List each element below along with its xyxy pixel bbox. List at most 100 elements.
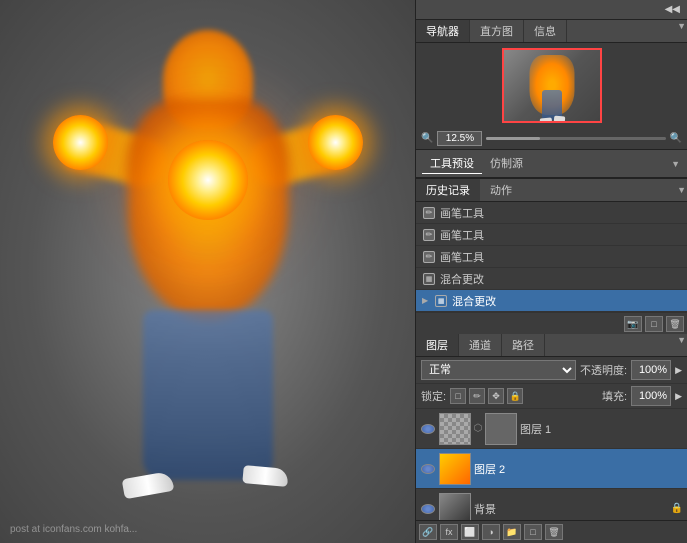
history-new-state-btn[interactable]: □ xyxy=(645,316,663,332)
layer-name-1: 图层 1 xyxy=(520,421,683,437)
history-item-1[interactable]: ✏ 画笔工具 xyxy=(416,202,687,224)
canvas-area: post at iconfans.com kohfa... xyxy=(0,0,415,543)
zoom-in-icon[interactable]: 🔍 xyxy=(670,133,682,144)
layers-tab-2[interactable]: 通道 xyxy=(459,334,502,356)
lock-paint-btn[interactable]: ✏ xyxy=(469,388,485,404)
navigator-thumbnail[interactable] xyxy=(502,48,602,123)
tool-presets-tab-2[interactable]: 仿制源 xyxy=(482,153,531,174)
layers-blend-row: 正常 不透明度: ▶ xyxy=(416,357,687,384)
layer-item-bg[interactable]: 背景 🔒 xyxy=(416,489,687,520)
tool-presets-tabs: 工具预设 仿制源 xyxy=(422,153,531,174)
history-section: 历史记录 动作 ▼ ✏ 画笔工具 ✏ xyxy=(416,179,687,334)
layer-name-bg: 背景 xyxy=(474,501,668,517)
opacity-label: 不透明度: xyxy=(580,362,627,378)
layer-delete-btn[interactable]: 🗑 xyxy=(545,524,563,540)
zoom-value-input[interactable] xyxy=(437,131,482,146)
opacity-input[interactable] xyxy=(631,360,671,380)
history-item-label-5: 混合更改 xyxy=(452,293,496,309)
eye-icon-2 xyxy=(421,464,435,474)
opacity-arrow-icon[interactable]: ▶ xyxy=(675,365,682,376)
eye-icon-1 xyxy=(421,424,435,434)
history-item-label-1: 画笔工具 xyxy=(440,205,484,221)
history-item-2[interactable]: ✏ 画笔工具 xyxy=(416,224,687,246)
layer-visibility-1[interactable] xyxy=(420,421,436,437)
figure-sun-orb xyxy=(168,140,248,220)
blend-mode-select[interactable]: 正常 xyxy=(421,360,576,380)
navigator-section: 导航器 直方图 信息 ▼ 🔍 🔍 xyxy=(416,20,687,150)
canvas-image[interactable]: post at iconfans.com kohfa... xyxy=(0,0,415,543)
navigator-zoom-bar: 🔍 🔍 xyxy=(416,128,687,149)
navigator-preview xyxy=(416,43,687,128)
lock-transparent-btn[interactable]: □ xyxy=(450,388,466,404)
watermark: post at iconfans.com kohfa... xyxy=(10,524,137,535)
history-tab-1[interactable]: 历史记录 xyxy=(416,179,480,201)
layer-thumb-2 xyxy=(439,453,471,485)
layer-item-2[interactable]: 图层 2 xyxy=(416,449,687,489)
layer-link-btn[interactable]: 🔗 xyxy=(419,524,437,540)
figure xyxy=(68,20,348,510)
zoom-slider-track xyxy=(486,137,540,140)
tool-presets-tab-1[interactable]: 工具预设 xyxy=(422,153,482,174)
history-list: ✏ 画笔工具 ✏ 画笔工具 ✏ xyxy=(416,202,687,312)
history-delete-btn[interactable]: 🗑 xyxy=(666,316,684,332)
right-panel: ◀◀ 导航器 直方图 信息 ▼ 🔍 🔍 xyxy=(415,0,687,543)
figure-jeans xyxy=(143,310,273,480)
layer-visibility-2[interactable] xyxy=(420,461,436,477)
layer-list: ⬡ 图层 1 图层 2 背景 🔒 xyxy=(416,409,687,520)
navigator-tabs: 导航器 直方图 信息 ▼ xyxy=(416,20,687,43)
tool-presets-menu-btn[interactable]: ▼ xyxy=(670,158,681,170)
fill-arrow-icon[interactable]: ▶ xyxy=(675,391,682,402)
fill-label: 填充: xyxy=(602,388,627,404)
layer-item-1[interactable]: ⬡ 图层 1 xyxy=(416,409,687,449)
figure-glow xyxy=(68,20,348,510)
history-icon-5: ▦ xyxy=(434,294,448,308)
history-new-snapshot-btn[interactable]: 📷 xyxy=(624,316,642,332)
layer-mask-1 xyxy=(485,413,517,445)
lock-row: 锁定: □ ✏ ✥ 🔒 填充: ▶ xyxy=(416,384,687,409)
layer-fx-btn[interactable]: fx xyxy=(440,524,458,540)
top-bar: ◀◀ xyxy=(416,0,687,20)
figure-shoe-right xyxy=(242,465,288,487)
zoom-slider[interactable] xyxy=(486,137,665,140)
layer-thumb-bg xyxy=(439,493,471,521)
tool-presets-section: 工具预设 仿制源 ▼ xyxy=(416,150,687,179)
history-item-label-2: 画笔工具 xyxy=(440,227,484,243)
history-item-label-4: 混合更改 xyxy=(440,271,484,287)
history-item-5[interactable]: ▶ ▦ 混合更改 xyxy=(416,290,687,312)
layers-section: 图层 通道 路径 ▼ 正常 不透明度: ▶ 锁定: □ ✏ ✥ 🔒 填充: xyxy=(416,334,687,543)
history-menu-btn[interactable]: ▼ xyxy=(676,184,687,196)
figure-hand-orb-left xyxy=(53,115,108,170)
fill-input[interactable] xyxy=(631,386,671,406)
layer-lock-icon: 🔒 xyxy=(671,503,683,514)
layer-adjustment-btn[interactable]: ◑ xyxy=(482,524,500,540)
history-icon-2: ✏ xyxy=(422,228,436,242)
layers-menu-btn[interactable]: ▼ xyxy=(676,334,687,356)
layers-bottom-toolbar: 🔗 fx ⬜ ◑ 📁 □ 🗑 xyxy=(416,520,687,543)
lock-icons: □ ✏ ✥ 🔒 xyxy=(450,388,523,404)
navigator-menu-btn[interactable]: ▼ xyxy=(676,20,687,42)
layer-mask-btn[interactable]: ⬜ xyxy=(461,524,479,540)
layer-new-btn[interactable]: □ xyxy=(524,524,542,540)
history-arrow-icon: ▶ xyxy=(422,296,428,305)
layer-link-1: ⬡ xyxy=(474,413,482,445)
zoom-out-icon[interactable]: 🔍 xyxy=(421,133,433,144)
layer-thumb-1 xyxy=(439,413,471,445)
history-icon-3: ✏ xyxy=(422,250,436,264)
tool-presets-header: 工具预设 仿制源 ▼ xyxy=(416,150,687,178)
layer-visibility-bg[interactable] xyxy=(420,501,436,517)
history-item-4[interactable]: ▦ 混合更改 xyxy=(416,268,687,290)
lock-move-btn[interactable]: ✥ xyxy=(488,388,504,404)
layer-group-btn[interactable]: 📁 xyxy=(503,524,521,540)
history-bottom: 📷 □ 🗑 xyxy=(416,312,687,335)
panel-collapse-btn[interactable]: ◀◀ xyxy=(662,4,683,15)
history-item-3[interactable]: ✏ 画笔工具 xyxy=(416,246,687,268)
navigator-tab-3[interactable]: 信息 xyxy=(524,20,567,42)
layers-tab-3[interactable]: 路径 xyxy=(502,334,545,356)
history-item-label-3: 画笔工具 xyxy=(440,249,484,265)
figure-hand-orb-right xyxy=(308,115,363,170)
layers-tab-1[interactable]: 图层 xyxy=(416,334,459,356)
history-tab-2[interactable]: 动作 xyxy=(480,179,522,201)
navigator-tab-2[interactable]: 直方图 xyxy=(470,20,524,42)
navigator-tab-1[interactable]: 导航器 xyxy=(416,20,470,42)
lock-all-btn[interactable]: 🔒 xyxy=(507,388,523,404)
